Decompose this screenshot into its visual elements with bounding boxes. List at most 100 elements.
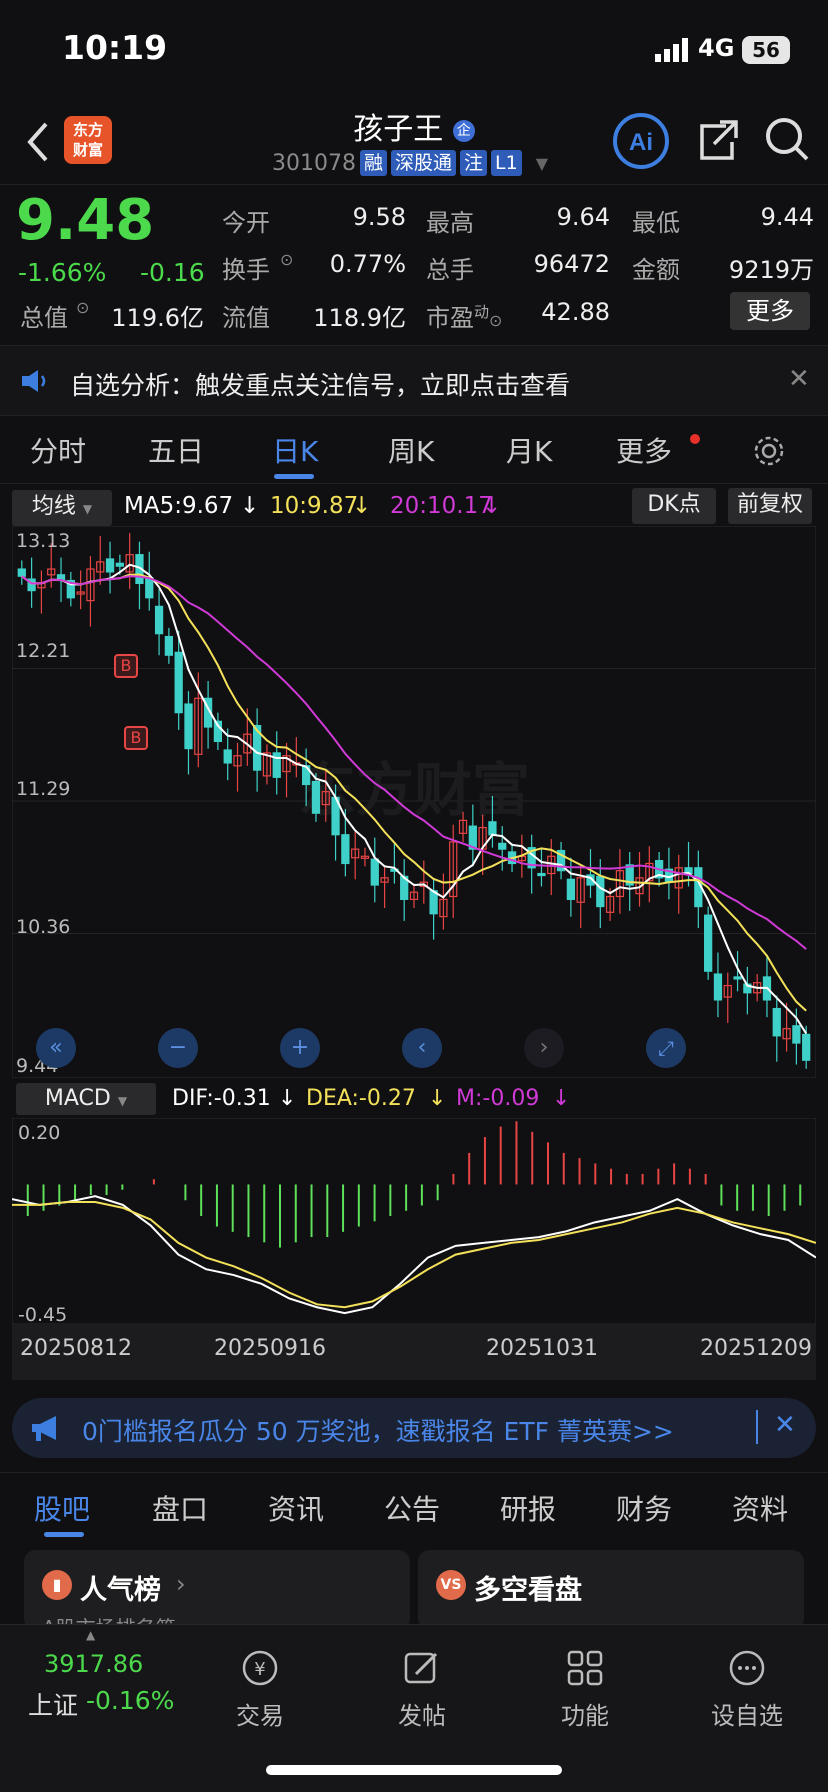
- notice-bar[interactable]: 自选分析：触发重点关注信号，立即点击查看 ✕: [0, 346, 828, 416]
- tab-five-day[interactable]: 五日: [148, 430, 204, 470]
- popularity-card[interactable]: ▮ 人气榜 › A股市场排名第: [24, 1550, 410, 1640]
- scroll-right-icon[interactable]: ›: [524, 1028, 564, 1068]
- more-quote-button[interactable]: 更多: [730, 292, 810, 330]
- index-name[interactable]: 上证: [28, 1686, 78, 1722]
- active-tab-indicator: [274, 474, 314, 479]
- candle-body: [713, 973, 723, 1001]
- ma20-label: 20:10.17: [390, 493, 493, 519]
- ai-assistant-icon[interactable]: Ai: [612, 112, 670, 170]
- ranking-icon: ▮: [42, 1570, 72, 1600]
- macd-tick: 0.20: [18, 1122, 61, 1144]
- index-value[interactable]: 3917.86: [44, 1650, 143, 1678]
- promo-banner[interactable]: 0门槛报名瓜分 50 万奖池，速戳报名 ETF 菁英赛>> ✕: [12, 1398, 816, 1458]
- macd-select[interactable]: MACD ▼: [16, 1083, 156, 1115]
- status-time: 10:19: [62, 28, 168, 67]
- arrow-down-icon: ↓: [428, 1086, 447, 1111]
- tab-financials[interactable]: 财务: [616, 1488, 672, 1528]
- tab-research[interactable]: 研报: [500, 1488, 556, 1528]
- nav-label: 功能: [561, 1702, 609, 1730]
- tab-weekly-k[interactable]: 周K: [388, 430, 434, 470]
- banner-text: 0门槛报名瓜分 50 万奖池，速戳报名 ETF 菁英赛>>: [82, 1417, 674, 1446]
- long-short-card[interactable]: VS 多空看盘: [418, 1550, 804, 1630]
- tab-profile[interactable]: 资料: [732, 1488, 788, 1528]
- macd-frame: [12, 1118, 816, 1324]
- pe-label-text: 市盈: [426, 304, 474, 332]
- share-icon[interactable]: [696, 118, 740, 162]
- nav-add-watchlist[interactable]: 设自选: [692, 1648, 802, 1731]
- buy-marker[interactable]: B: [114, 654, 138, 678]
- ma5-label: MA5:9.67: [124, 493, 234, 519]
- enterprise-badge-icon: 企: [452, 119, 475, 142]
- close-icon[interactable]: ✕: [774, 1410, 796, 1440]
- banner-divider: [756, 1410, 758, 1444]
- nav-label: 发帖: [398, 1702, 446, 1730]
- candle-body: [17, 568, 26, 577]
- stock-code: 301078: [272, 150, 356, 176]
- nav-trade[interactable]: ¥ 交易: [205, 1648, 315, 1731]
- zoom-in-icon[interactable]: +: [280, 1028, 320, 1068]
- kline-chart[interactable]: 东方财富: [12, 526, 816, 1078]
- card-title: 人气榜: [80, 1575, 161, 1606]
- red-dot-badge: [690, 434, 700, 444]
- index-change[interactable]: -0.16%: [86, 1686, 174, 1715]
- candle-body: [174, 651, 183, 714]
- candle-body: [802, 1033, 811, 1061]
- nav-post[interactable]: 发帖: [367, 1648, 477, 1731]
- svg-text:Ai: Ai: [629, 129, 653, 156]
- nav-functions[interactable]: 功能: [530, 1648, 640, 1731]
- tag-connect: 深股通: [391, 150, 457, 176]
- info-icon[interactable]: ⊙: [280, 250, 293, 269]
- tab-intraday[interactable]: 分时: [30, 430, 86, 470]
- pe-label-sup: 动: [474, 303, 490, 321]
- trade-icon: ¥: [242, 1650, 278, 1686]
- candle-body: [145, 577, 154, 599]
- dk-point-button[interactable]: DK点: [632, 488, 716, 524]
- tab-more[interactable]: 更多: [616, 430, 672, 470]
- tag-registered: 注: [460, 150, 488, 176]
- nav-label: 交易: [236, 1702, 284, 1730]
- home-indicator: [266, 1765, 562, 1775]
- price-tick: 13.13: [16, 530, 71, 552]
- candle-body: [792, 1025, 801, 1044]
- close-icon[interactable]: ✕: [788, 364, 810, 394]
- status-bar: 10:19 4G 56: [0, 0, 828, 100]
- adjust-button[interactable]: 前复权: [728, 488, 812, 524]
- zoom-out-icon[interactable]: −: [158, 1028, 198, 1068]
- turnover-label: 换手: [222, 256, 270, 284]
- volume-label: 总手: [426, 256, 474, 284]
- candle-body: [105, 558, 115, 573]
- macd-chart[interactable]: [12, 1118, 816, 1324]
- candle-body: [488, 821, 497, 836]
- scroll-left-far-icon[interactable]: «: [36, 1028, 76, 1068]
- stock-name: 孩子王: [353, 112, 444, 147]
- tab-monthly-k[interactable]: 月K: [506, 430, 552, 470]
- dif-label: DIF:-0.31: [172, 1086, 271, 1111]
- indicator-select[interactable]: 均线 ▼: [12, 490, 112, 526]
- open-value: 9.58: [352, 203, 406, 231]
- candle-body: [164, 635, 174, 656]
- fullscreen-icon[interactable]: ⤢: [646, 1028, 686, 1068]
- tab-daily-k[interactable]: 日K: [272, 430, 318, 470]
- info-icon[interactable]: ⊙: [76, 298, 89, 317]
- open-label: 今开: [222, 209, 270, 237]
- candle-body: [772, 1007, 781, 1037]
- dif-line: [12, 1195, 816, 1315]
- settings-gear-icon[interactable]: [752, 434, 786, 468]
- tab-news[interactable]: 资讯: [268, 1488, 324, 1528]
- tab-orderbook[interactable]: 盘口: [152, 1488, 208, 1528]
- search-icon[interactable]: [764, 116, 810, 162]
- battery-icon: 56: [742, 36, 790, 64]
- tab-forum[interactable]: 股吧: [34, 1488, 90, 1528]
- buy-marker[interactable]: B: [124, 726, 148, 750]
- tag-margin: 融: [359, 150, 387, 176]
- macd-tick: -0.45: [18, 1304, 68, 1326]
- candle-body: [566, 878, 576, 900]
- turnover-value: 0.77%: [329, 250, 406, 278]
- info-icon[interactable]: ⊙: [489, 311, 502, 330]
- high-label: 最高: [426, 209, 474, 237]
- scroll-left-icon[interactable]: ‹: [402, 1028, 442, 1068]
- tab-announcements[interactable]: 公告: [384, 1488, 440, 1528]
- dropdown-icon[interactable]: ▼: [536, 154, 548, 173]
- amount-label: 金额: [632, 256, 680, 284]
- ma10-label: 10:9.87: [270, 493, 359, 519]
